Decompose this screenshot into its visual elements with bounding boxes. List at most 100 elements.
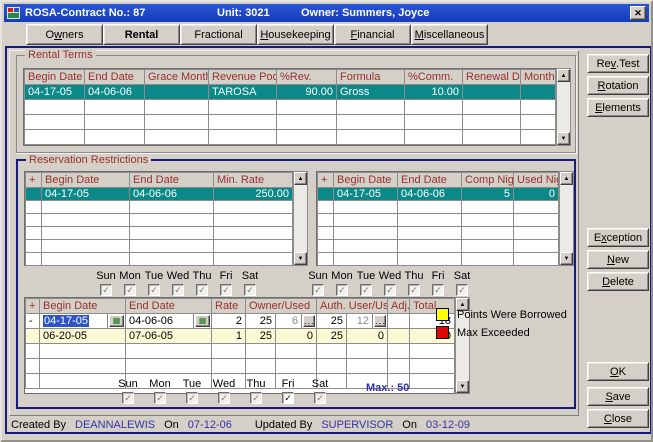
col-used-nights: Used Nights: [514, 173, 559, 188]
rev-test-button[interactable]: Rev.Test: [587, 54, 649, 73]
empty-row[interactable]: [26, 227, 293, 240]
exception-button[interactable]: Exception: [587, 228, 649, 247]
empty-row[interactable]: [318, 253, 559, 266]
thu-checkbox[interactable]: ✓: [196, 284, 208, 296]
marker-col: +: [318, 173, 334, 188]
begin-date-field[interactable]: 04-17-05: [40, 314, 108, 329]
tab-financial[interactable]: Financial: [334, 24, 411, 45]
sun-checkbox[interactable]: ✓: [122, 392, 134, 404]
empty-row[interactable]: [25, 115, 556, 130]
col-begin-date: Begin Date: [25, 70, 85, 85]
empty-row[interactable]: [318, 201, 559, 214]
rental-terms-header: Begin Date End Date Grace Months Revenue…: [25, 70, 556, 85]
comp-nights-weekdays: Sun✓ Mon✓ Tue✓ Wed✓ Thu✓ Fri✓ Sat✓: [306, 271, 474, 296]
elements-button[interactable]: Elements: [587, 98, 649, 117]
calendar-icon[interactable]: ▦: [109, 315, 124, 327]
rental-tab-page: Rental Terms Begin Date End Date Grace M…: [9, 50, 579, 416]
rental-terms-scrollbar[interactable]: ▲ ▼: [556, 68, 571, 146]
tab-owners[interactable]: Owners: [26, 24, 103, 45]
tue-checkbox[interactable]: ✓: [148, 284, 160, 296]
sat-checkbox[interactable]: ✓: [314, 392, 326, 404]
fri-checkbox[interactable]: ✓: [220, 284, 232, 296]
scroll-down-icon[interactable]: ▼: [456, 380, 469, 393]
empty-row[interactable]: [26, 359, 455, 374]
min-rate-table: + Begin Date End Date Min. Rate 04-17-05…: [24, 171, 293, 266]
reservation-restrictions-group: Reservation Restrictions + Begin Date En…: [16, 159, 576, 409]
calendar-icon[interactable]: ▦: [195, 315, 210, 327]
comp-nights-row[interactable]: 04-17-05 04-06-06 5 0: [318, 188, 559, 201]
tab-housekeeping[interactable]: Housekeeping: [257, 24, 334, 45]
col-end-date: End Date: [130, 173, 214, 188]
mon-checkbox[interactable]: ✓: [336, 284, 348, 296]
scroll-up-icon[interactable]: ▲: [557, 69, 570, 82]
col-revenue-pool: Revenue Pool: [209, 70, 277, 85]
scroll-up-icon[interactable]: ▲: [294, 172, 307, 185]
legend-borrowed: Points Were Borrowed: [436, 308, 567, 321]
delete-button[interactable]: Delete: [587, 272, 649, 291]
fri-checkbox[interactable]: ✓: [432, 284, 444, 296]
tab-fractional[interactable]: Fractional: [180, 24, 257, 45]
thu-checkbox[interactable]: ✓: [408, 284, 420, 296]
empty-row[interactable]: [26, 253, 293, 266]
mon-checkbox[interactable]: ✓: [154, 392, 166, 404]
min-rate-scrollbar[interactable]: ▲ ▼: [293, 171, 308, 266]
rotation-button[interactable]: Rotation: [587, 76, 649, 95]
empty-row[interactable]: [26, 201, 293, 214]
tue-checkbox[interactable]: ✓: [186, 392, 198, 404]
tue-checkbox[interactable]: ✓: [360, 284, 372, 296]
empty-row[interactable]: [25, 130, 556, 145]
updated-on-value: 03-12-09: [426, 419, 470, 431]
auth-used-detail-button[interactable]: ...: [374, 315, 386, 327]
col-months: Months: [521, 70, 556, 85]
empty-row[interactable]: [26, 344, 455, 359]
empty-row[interactable]: [25, 100, 556, 115]
scroll-down-icon[interactable]: ▼: [557, 132, 570, 145]
rental-terms-row[interactable]: 04-17-05 04-06-06 TAROSA 90.00 Gross 10.…: [25, 85, 556, 100]
save-button[interactable]: Save: [587, 387, 649, 406]
col-begin-date: Begin Date: [40, 299, 126, 314]
new-button[interactable]: New: [587, 250, 649, 269]
on-label: On: [164, 419, 179, 431]
updated-by-value: SUPERVISOR: [321, 419, 393, 431]
sat-checkbox[interactable]: ✓: [244, 284, 256, 296]
comp-nights-scrollbar[interactable]: ▲ ▼: [559, 171, 574, 266]
tab-miscellaneous[interactable]: Miscellaneous: [411, 24, 488, 45]
mon-checkbox[interactable]: ✓: [124, 284, 136, 296]
points-row-current[interactable]: - 04-17-05 ▦ 04-06-06 ▦ 2 25 6 ... 25 12…: [26, 314, 455, 329]
wed-checkbox[interactable]: ✓: [218, 392, 230, 404]
col-renewal-date: Renewal Date: [463, 70, 521, 85]
empty-row[interactable]: [318, 214, 559, 227]
reservation-restrictions-group-label: Reservation Restrictions: [26, 154, 151, 166]
exceeded-color-swatch: [436, 326, 449, 339]
created-on-value: 07-12-06: [188, 419, 232, 431]
empty-row[interactable]: [318, 240, 559, 253]
on-label: On: [402, 419, 417, 431]
scroll-down-icon[interactable]: ▼: [560, 252, 573, 265]
fri-checkbox[interactable]: ✓: [282, 392, 294, 404]
owner-used-detail-button[interactable]: ...: [303, 315, 315, 327]
scroll-up-icon[interactable]: ▲: [560, 172, 573, 185]
thu-checkbox[interactable]: ✓: [250, 392, 262, 404]
sun-checkbox[interactable]: ✓: [100, 284, 112, 296]
min-rate-row[interactable]: 04-17-05 04-06-06 250.00: [26, 188, 293, 201]
col-grace-months: Grace Months: [145, 70, 209, 85]
tab-bar: Owners Rental Fractional Housekeeping Fi…: [26, 24, 488, 45]
close-icon[interactable]: ✕: [630, 6, 646, 20]
unit-label: Unit: 3021: [217, 7, 270, 19]
points-weekdays: Sun✓ Mon✓ Tue✓ Wed✓ Thu✓ Fri✓ Sat✓: [112, 379, 336, 404]
current-row-marker: -: [26, 314, 40, 329]
points-row-borrowed[interactable]: 06-20-05 07-06-05 1 25 0 25 0 0: [26, 329, 455, 344]
wed-checkbox[interactable]: ✓: [384, 284, 396, 296]
tab-rental[interactable]: Rental: [103, 24, 180, 45]
empty-row[interactable]: [26, 214, 293, 227]
wed-checkbox[interactable]: ✓: [172, 284, 184, 296]
close-button[interactable]: Close: [587, 409, 649, 428]
sun-checkbox[interactable]: ✓: [312, 284, 324, 296]
empty-row[interactable]: [318, 227, 559, 240]
empty-row[interactable]: [26, 240, 293, 253]
end-date-field[interactable]: 04-06-06: [126, 314, 194, 329]
scroll-down-icon[interactable]: ▼: [294, 252, 307, 265]
ok-button[interactable]: OK: [587, 362, 649, 381]
sat-checkbox[interactable]: ✓: [456, 284, 468, 296]
rental-terms-group: Rental Terms Begin Date End Date Grace M…: [16, 55, 576, 153]
